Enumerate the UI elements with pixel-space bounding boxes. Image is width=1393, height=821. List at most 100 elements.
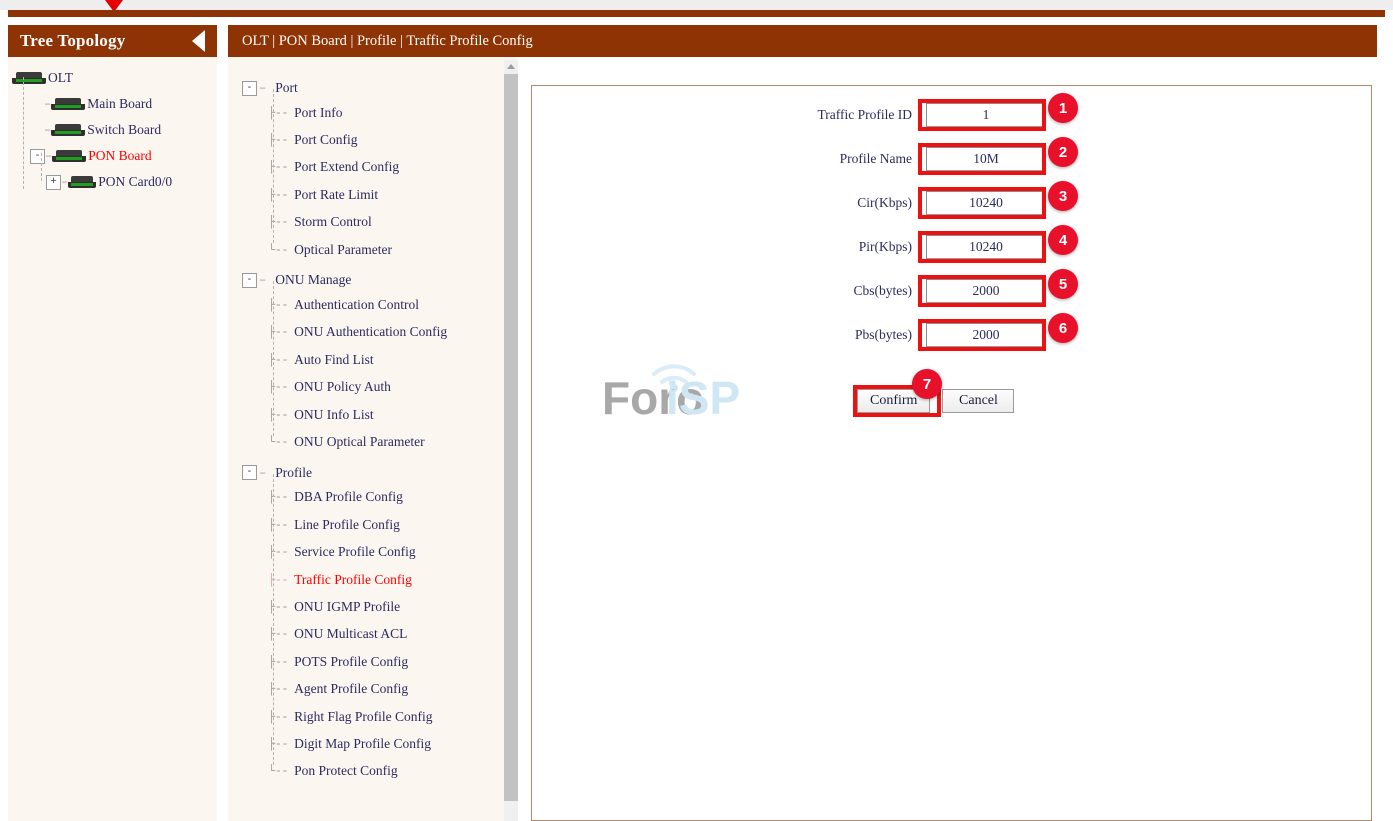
- menu-item-label: DBA Profile Config: [294, 489, 403, 505]
- main-content-panel: Foro iSP Traffic Profile ID:1Profile Nam…: [531, 85, 1372, 821]
- menu-vertical-connector: [273, 474, 274, 765]
- menu-item-onu-info-list[interactable]: ├--ONU Info List: [268, 401, 517, 428]
- tree-connector: –: [44, 97, 51, 111]
- menu-item-label: ONU IGMP Profile: [294, 599, 400, 615]
- tree-branch-icon: ├--: [268, 188, 288, 202]
- tree-branch-icon: ├--: [268, 682, 288, 696]
- cancel-button[interactable]: Cancel: [942, 389, 1014, 413]
- menu-item-onu-authentication-config[interactable]: ├--ONU Authentication Config: [268, 319, 517, 346]
- app-window: Tree Topology OLT–Main Board–Switch Boar…: [0, 0, 1393, 821]
- menu-item-label: Port Extend Config: [294, 159, 399, 175]
- menu-item-label: Port Info: [294, 105, 342, 121]
- menu-item-digit-map-profile-config[interactable]: ├-- Digit Map Profile Config: [268, 730, 517, 757]
- navigation-menu-panel: -–Port├--Port Info├--Port Config├--Port …: [228, 57, 517, 821]
- device-icon: [12, 72, 46, 85]
- annotation-badge-1: 1: [1048, 93, 1078, 123]
- collapse-group-icon[interactable]: -: [242, 81, 257, 96]
- device-icon: [51, 98, 85, 111]
- form-row: Cbs(bytes):: [712, 279, 1046, 303]
- menu-item-label: POTS Profile Config: [294, 654, 408, 670]
- input-traffic-profile-id[interactable]: [926, 103, 1046, 127]
- menu-group-profile[interactable]: -–Profile: [242, 462, 517, 484]
- menu-group-port[interactable]: -–Port: [242, 77, 517, 99]
- menu-item-pots-profile-config[interactable]: ├--POTS Profile Config: [268, 648, 517, 675]
- menu-item-onu-policy-auth[interactable]: ├--ONU Policy Auth: [268, 374, 517, 401]
- menu-item-pon-protect-config[interactable]: └--Pon Protect Config: [268, 758, 517, 785]
- menu-item-port-info[interactable]: ├--Port Info: [268, 99, 517, 126]
- menu-item-label: Digit Map Profile Config: [294, 736, 431, 752]
- menu-item-right-flag-profile-config[interactable]: ├--Right Flag Profile Config: [268, 703, 517, 730]
- menu-item-port-extend-config[interactable]: ├--Port Extend Config: [268, 154, 517, 181]
- field-label: Cir(Kbps): [712, 195, 916, 211]
- scroll-up-arrow-icon[interactable]: [507, 64, 515, 69]
- tree-branch-icon: ├--: [268, 573, 288, 587]
- menu-item-traffic-profile-config[interactable]: ├--Traffic Profile Config: [268, 566, 517, 593]
- field-label: Cbs(bytes): [712, 283, 916, 299]
- menu-item-agent-profile-config[interactable]: ├--Agent Profile Config: [268, 675, 517, 702]
- field-label: Pbs(bytes): [712, 327, 916, 343]
- tree-node-pon-board[interactable]: -–PON Board: [8, 143, 217, 169]
- tree-node-pon-card0-0[interactable]: +–PON Card0/0: [8, 169, 217, 195]
- annotation-badge-7: 7: [912, 369, 942, 399]
- top-banner-strip: [0, 0, 1393, 10]
- menu-scrollbar[interactable]: [504, 60, 518, 821]
- collapse-node-icon[interactable]: -: [30, 149, 45, 164]
- tree-node-main-board[interactable]: –Main Board: [8, 91, 217, 117]
- scrollbar-thumb[interactable]: [504, 74, 518, 801]
- menu-item-port-config[interactable]: ├--Port Config: [268, 126, 517, 153]
- tree-topology-panel: Tree Topology OLT–Main Board–Switch Boar…: [8, 25, 217, 821]
- menu-item-label: Service Profile Config: [294, 544, 415, 560]
- menu-group-onu-manage[interactable]: -–ONU Manage: [242, 269, 517, 291]
- tree-node-switch-board[interactable]: –Switch Board: [8, 117, 217, 143]
- field-colon: :: [916, 195, 926, 211]
- annotation-badge-5: 5: [1048, 269, 1078, 299]
- menu-item-onu-optical-parameter[interactable]: └--ONU Optical Parameter: [268, 428, 517, 455]
- tree-branch-icon: ├--: [268, 298, 288, 312]
- input-profile-name[interactable]: [926, 147, 1046, 171]
- tree-branch-icon: ├--: [268, 353, 288, 367]
- collapse-group-icon[interactable]: -: [242, 273, 257, 288]
- menu-vertical-connector: [273, 89, 274, 243]
- menu-item-label: Authentication Control: [294, 297, 419, 313]
- menu-group-label: Profile: [275, 465, 312, 481]
- collapse-panel-icon[interactable]: [192, 30, 205, 52]
- menu-item-label: Auto Find List: [294, 352, 374, 368]
- field-colon: :: [916, 107, 926, 123]
- menu-connector: –: [259, 466, 266, 480]
- menu-item-line-profile-config[interactable]: ├--Line Profile Config: [268, 511, 517, 538]
- field-colon: :: [916, 151, 926, 167]
- annotation-badge-2: 2: [1048, 137, 1078, 167]
- tree-branch-icon: ├--: [268, 545, 288, 559]
- menu-connector: –: [259, 81, 266, 95]
- menu-item-optical-parameter[interactable]: └--Optical Parameter: [268, 236, 517, 263]
- input-cir-kbps[interactable]: [926, 191, 1046, 215]
- tree-topology-header: Tree Topology: [8, 25, 217, 57]
- menu-item-label: ONU Policy Auth: [294, 379, 391, 395]
- menu-item-auto-find-list[interactable]: ├-- Auto Find List: [268, 346, 517, 373]
- menu-item-authentication-control[interactable]: ├-- Authentication Control: [268, 291, 517, 318]
- tree-branch-icon: ├--: [268, 325, 288, 339]
- menu-item-onu-multicast-acl[interactable]: ├--ONU Multicast ACL: [268, 621, 517, 648]
- input-pir-kbps[interactable]: [926, 235, 1046, 259]
- navigation-menu-list: -–Port├--Port Info├--Port Config├--Port …: [228, 57, 517, 785]
- input-cbs-bytes[interactable]: [926, 279, 1046, 303]
- form-row: Traffic Profile ID:: [712, 103, 1046, 127]
- menu-item-port-rate-limit[interactable]: ├--Port Rate Limit: [268, 181, 517, 208]
- expand-node-icon[interactable]: +: [46, 175, 61, 190]
- field-label: Traffic Profile ID: [712, 107, 916, 123]
- menu-item-label: Optical Parameter: [294, 242, 392, 258]
- input-pbs-bytes[interactable]: [926, 323, 1046, 347]
- menu-item-onu-igmp-profile[interactable]: ├--ONU IGMP Profile: [268, 593, 517, 620]
- menu-group-label: ONU Manage: [275, 272, 351, 288]
- menu-item-storm-control[interactable]: ├--Storm Control: [268, 209, 517, 236]
- collapse-group-icon[interactable]: -: [242, 465, 257, 480]
- tree-node-label: PON Card0/0: [98, 174, 172, 190]
- tree-node-olt[interactable]: OLT: [8, 65, 217, 91]
- menu-group-items: ├--DBA Profile Config├--Line Profile Con…: [228, 484, 517, 785]
- tree-branch-icon: ├--: [268, 737, 288, 751]
- menu-item-dba-profile-config[interactable]: ├--DBA Profile Config: [268, 484, 517, 511]
- tree-branch-last-icon: └--: [268, 764, 288, 778]
- field-colon: :: [916, 239, 926, 255]
- tree-topology-title: Tree Topology: [20, 31, 125, 51]
- menu-item-service-profile-config[interactable]: ├-- Service Profile Config: [268, 538, 517, 565]
